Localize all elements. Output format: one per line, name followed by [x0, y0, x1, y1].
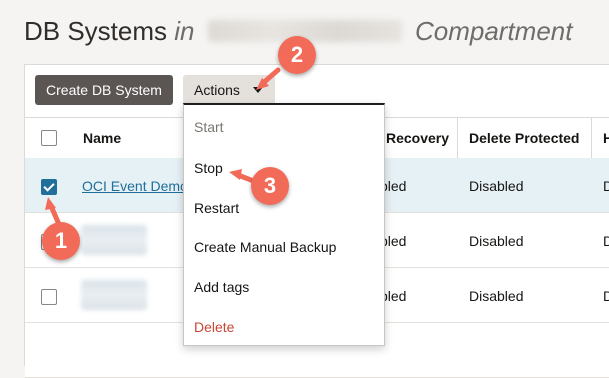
callout-badge-2: 2 [278, 36, 316, 74]
callout-arrowhead-1 [45, 197, 56, 210]
callout-badge-1: 1 [42, 222, 80, 260]
callout-badge-3: 3 [251, 167, 289, 205]
callout-arrowhead-3 [229, 169, 242, 180]
